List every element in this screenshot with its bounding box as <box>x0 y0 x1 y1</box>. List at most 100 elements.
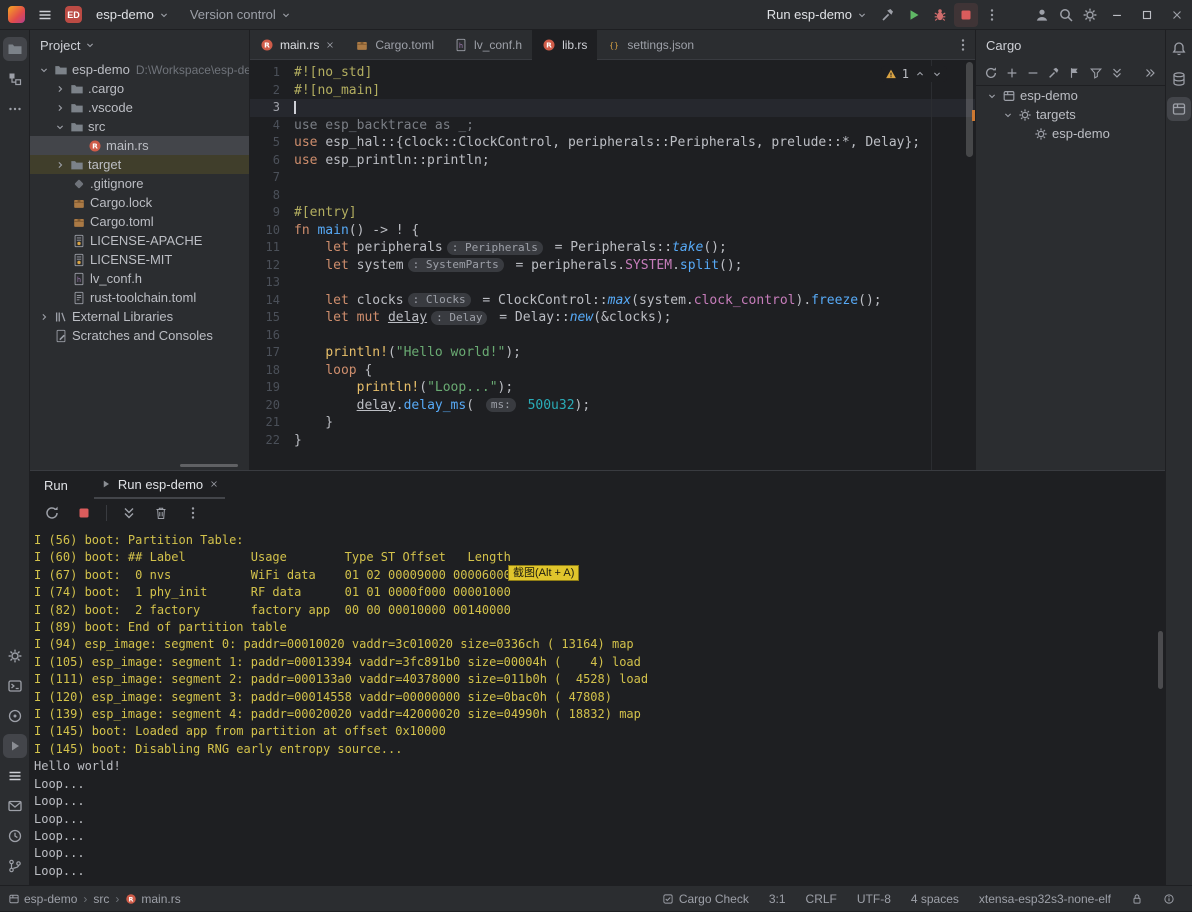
line-number[interactable]: 7 <box>250 169 294 187</box>
readonly-lock-icon[interactable] <box>1122 886 1152 912</box>
breadcrumb-file[interactable]: main.rs <box>125 892 181 906</box>
line-number[interactable]: 6 <box>250 152 294 170</box>
code-line-caret[interactable]: 3 <box>250 99 975 117</box>
line-number[interactable]: 8 <box>250 187 294 205</box>
line-number[interactable]: 21 <box>250 414 294 432</box>
tree-row-external-libraries[interactable]: External Libraries <box>30 307 249 326</box>
code-line[interactable]: 4 use esp_backtrace as _; <box>250 117 975 135</box>
expand-all-icon[interactable] <box>1110 66 1124 80</box>
refresh-icon[interactable] <box>984 66 998 80</box>
more-actions-icon[interactable] <box>980 3 1004 27</box>
project-tool-icon[interactable] <box>2 37 27 61</box>
code-line[interactable]: 22} <box>250 432 975 450</box>
vcs-widget[interactable]: Version control <box>184 4 298 25</box>
cargo-tool-icon[interactable] <box>1167 97 1191 121</box>
attach-project-icon[interactable] <box>1005 66 1019 80</box>
chevron-down-icon[interactable] <box>1000 109 1016 121</box>
run-console[interactable]: I (56) boot: Partition Table: I (60) boo… <box>30 527 1165 885</box>
close-button[interactable] <box>1162 0 1192 29</box>
line-number[interactable]: 5 <box>250 134 294 152</box>
line-number[interactable]: 15 <box>250 309 294 327</box>
indent-widget[interactable]: 4 spaces <box>902 886 968 912</box>
search-everywhere-icon[interactable] <box>1054 3 1078 27</box>
error-stripe-mark[interactable] <box>972 110 975 121</box>
code-line[interactable]: 19 println!("Loop..."); <box>250 379 975 397</box>
prev-problem-icon[interactable] <box>914 68 926 80</box>
detach-project-icon[interactable] <box>1026 66 1040 80</box>
code-line[interactable]: 12 let system: SystemParts = peripherals… <box>250 257 975 275</box>
line-number[interactable]: 14 <box>250 292 294 310</box>
tree-row-scratches[interactable]: Scratches and Consoles <box>30 326 249 345</box>
chevron-right-icon[interactable] <box>52 83 68 95</box>
status-info-icon[interactable] <box>1154 886 1184 912</box>
close-tab-icon[interactable] <box>325 40 335 50</box>
tab-cargo-toml[interactable]: Cargo.toml <box>345 30 444 60</box>
console-options-icon[interactable] <box>181 501 205 525</box>
tree-row-rust-toolchain[interactable]: rust-toolchain.toml <box>30 288 249 307</box>
problems-tool-icon[interactable] <box>3 704 27 728</box>
code-line[interactable]: 7 <box>250 169 975 187</box>
chevron-down-icon[interactable] <box>36 64 52 76</box>
chevron-down-icon[interactable] <box>52 121 68 133</box>
encoding-widget[interactable]: UTF-8 <box>848 886 900 912</box>
horizontal-scrollbar[interactable] <box>180 464 238 467</box>
code-line[interactable]: 14 let clocks: Clocks = ClockControl::ma… <box>250 292 975 310</box>
minimize-button[interactable] <box>1102 0 1132 29</box>
code-line[interactable]: 6 use esp_println::println; <box>250 152 975 170</box>
code-line[interactable]: 16 <box>250 327 975 345</box>
build-icon[interactable] <box>876 3 900 27</box>
tree-row-license-apache[interactable]: LICENSE-APACHE <box>30 231 249 250</box>
chevron-right-icon[interactable] <box>52 102 68 114</box>
tree-row-lv-conf-h[interactable]: lv_conf.h <box>30 269 249 288</box>
run-tool-icon[interactable] <box>2 734 27 758</box>
code-editor[interactable]: 1 #![no_std] 2 #![no_main] 3 4 use esp_back… <box>250 60 975 470</box>
chevron-down-icon[interactable] <box>984 90 1000 102</box>
maximize-button[interactable] <box>1132 0 1162 29</box>
toolchain-target-widget[interactable]: xtensa-esp32s3-none-elf <box>970 886 1120 912</box>
tree-row-cargo-lock[interactable]: Cargo.lock <box>30 193 249 212</box>
console-scrollbar[interactable] <box>1158 631 1163 689</box>
project-widget[interactable]: esp-demo <box>90 4 176 25</box>
line-number[interactable]: 13 <box>250 274 294 292</box>
main-menu-icon[interactable] <box>33 3 57 27</box>
run-icon[interactable] <box>902 3 926 27</box>
line-number[interactable]: 22 <box>250 432 294 450</box>
code-line[interactable]: 17 println!("Hello world!"); <box>250 344 975 362</box>
cargo-tree-bin-target[interactable]: esp-demo <box>976 124 1165 143</box>
code-line[interactable]: 21 } <box>250 414 975 432</box>
debug-icon[interactable] <box>928 3 952 27</box>
settings-icon[interactable] <box>1078 3 1102 27</box>
tree-row-cargo-toml[interactable]: Cargo.toml <box>30 212 249 231</box>
line-number[interactable]: 16 <box>250 327 294 345</box>
chevron-right-icon[interactable] <box>36 311 52 323</box>
project-panel-header[interactable]: Project <box>30 30 249 60</box>
caret-position-widget[interactable]: 3:1 <box>760 886 795 912</box>
structure-tool-icon[interactable] <box>3 67 27 91</box>
line-number[interactable]: 4 <box>250 117 294 135</box>
code-line[interactable]: 20 delay.delay_ms( ms: 500u32); <box>250 397 975 415</box>
notifications-icon[interactable] <box>1167 37 1191 61</box>
stop-icon[interactable] <box>954 2 978 27</box>
tree-row-vscode-dir[interactable]: .vscode <box>30 98 249 117</box>
code-line[interactable]: 15 let mut delay: Delay = Delay::new(&cl… <box>250 309 975 327</box>
line-number[interactable]: 12 <box>250 257 294 275</box>
code-line[interactable]: 10 fn main() -> ! { <box>250 222 975 240</box>
close-tab-icon[interactable] <box>209 479 219 489</box>
code-line[interactable]: 13 <box>250 274 975 292</box>
tab-main-rs[interactable]: main.rs <box>250 30 345 60</box>
code-line[interactable]: 1 #![no_std] <box>250 64 975 82</box>
tab-lv-conf-h[interactable]: lv_conf.h <box>444 30 532 60</box>
line-number[interactable]: 17 <box>250 344 294 362</box>
database-tool-icon[interactable] <box>1167 67 1191 91</box>
stop-process-icon[interactable] <box>72 501 96 525</box>
clear-console-icon[interactable] <box>149 501 173 525</box>
code-line[interactable]: 5 use esp_hal::{clock::ClockControl, peri… <box>250 134 975 152</box>
tab-settings-json[interactable]: settings.json <box>597 30 704 60</box>
code-line[interactable]: 2 #![no_main] <box>250 82 975 100</box>
line-number[interactable]: 1 <box>250 64 294 82</box>
tab-lib-rs[interactable]: lib.rs <box>532 29 598 60</box>
code-with-me-icon[interactable] <box>1030 3 1054 27</box>
run-config-widget[interactable]: Run esp-demo <box>761 4 874 25</box>
line-number[interactable]: 2 <box>250 82 294 100</box>
todo-tool-icon[interactable] <box>3 764 27 788</box>
